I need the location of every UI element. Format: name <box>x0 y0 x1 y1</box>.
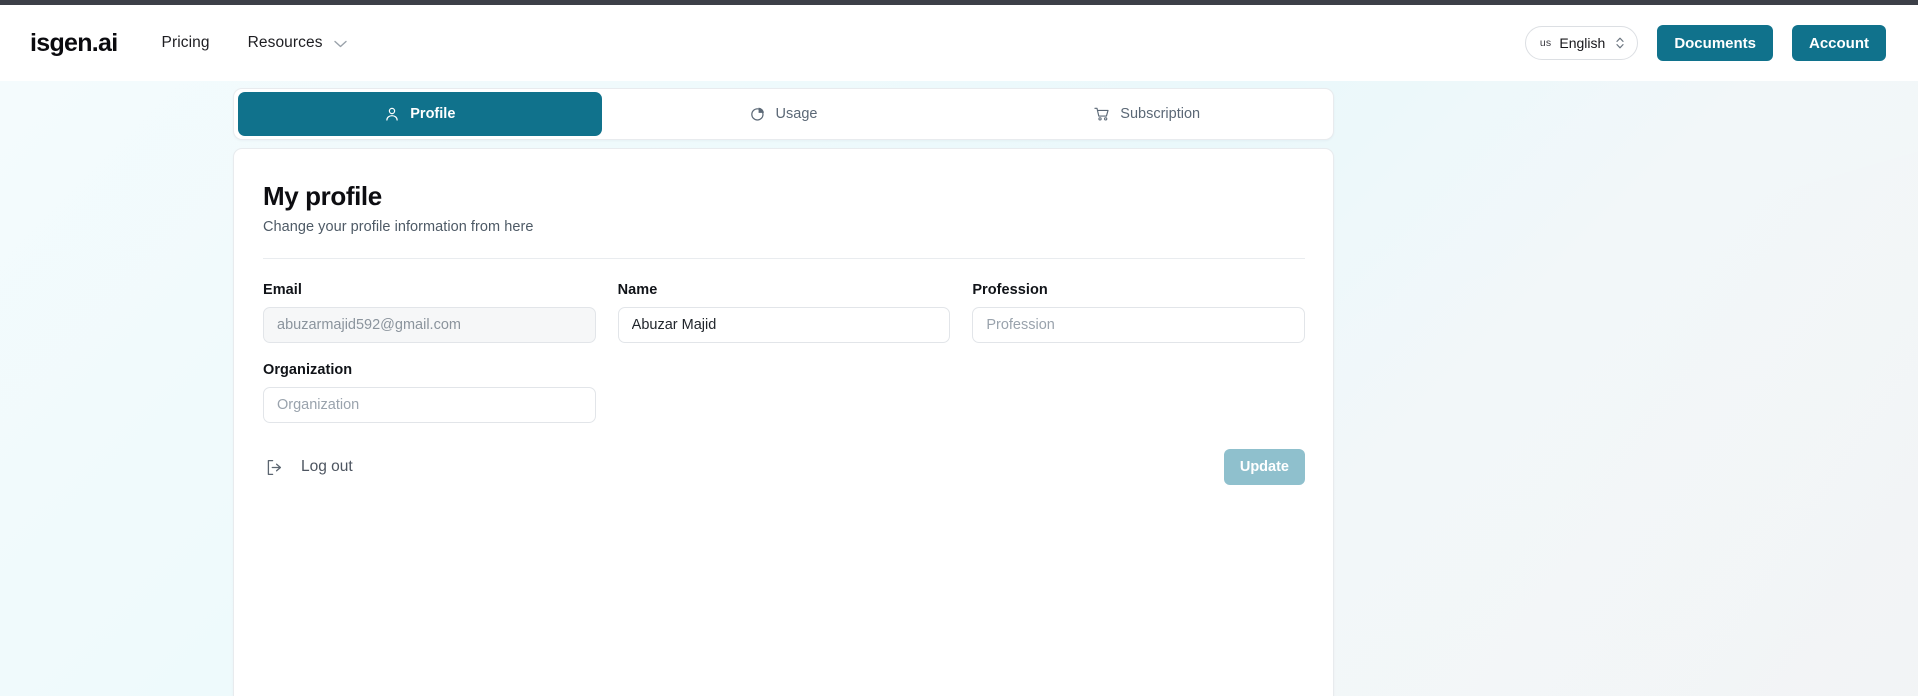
page-subtitle: Change your profile information from her… <box>263 219 534 235</box>
logout-arrow-icon <box>265 458 284 477</box>
flag-us-icon: us <box>1539 37 1552 49</box>
logout-button[interactable]: Log out <box>263 454 355 481</box>
content-column: Profile Usage Subscription My profile Ch… <box>233 88 1334 696</box>
site-header: isgen.ai Pricing Resources us English Do… <box>0 5 1918 81</box>
documents-button[interactable]: Documents <box>1657 25 1773 61</box>
field-organization-label: Organization <box>263 362 353 378</box>
field-name-label: Name <box>617 282 658 298</box>
update-button[interactable]: Update <box>1223 449 1305 485</box>
tab-usage-label: Usage <box>775 106 818 122</box>
tab-subscription[interactable]: Subscription <box>965 92 1329 136</box>
field-organization: Organization <box>263 362 596 423</box>
shopping-cart-icon <box>1094 106 1110 122</box>
account-tabbar: Profile Usage Subscription <box>233 88 1334 140</box>
page-title: My profile <box>263 181 382 211</box>
tab-usage[interactable]: Usage <box>602 92 966 136</box>
tab-subscription-label: Subscription <box>1120 106 1201 122</box>
field-profession-label: Profession <box>972 282 1048 298</box>
field-email: Email <box>263 282 596 343</box>
nav-item-pricing[interactable]: Pricing <box>162 34 210 52</box>
field-email-label: Email <box>263 282 302 298</box>
profile-form: Email Name Profession Organization <box>263 282 1305 423</box>
brand-logo[interactable]: isgen.ai <box>30 29 118 58</box>
language-selector[interactable]: us English <box>1524 26 1639 60</box>
tab-profile[interactable]: Profile <box>238 92 602 136</box>
account-button[interactable]: Account <box>1792 25 1886 61</box>
profession-input[interactable] <box>972 307 1305 343</box>
nav-item-resources[interactable]: Resources <box>248 34 347 52</box>
name-input[interactable] <box>617 307 951 343</box>
field-name: Name <box>617 282 951 343</box>
profile-form-footer: Log out Update <box>263 449 1305 485</box>
logout-label: Log out <box>301 458 353 475</box>
chevron-down-icon <box>333 40 347 48</box>
chevron-up-down-icon <box>1615 36 1625 50</box>
email-input <box>263 307 596 343</box>
nav-item-resources-label: Resources <box>247 34 323 51</box>
language-selector-value: English <box>1559 35 1606 51</box>
profile-card: My profile Change your profile informati… <box>233 148 1334 696</box>
user-icon <box>384 106 400 122</box>
tab-profile-label: Profile <box>410 106 456 122</box>
field-profession: Profession <box>972 282 1305 343</box>
organization-input[interactable] <box>263 387 596 423</box>
main-navigation: Pricing Resources <box>162 34 347 52</box>
page-body: Profile Usage Subscription My profile Ch… <box>0 81 1918 696</box>
pie-chart-icon <box>750 106 766 122</box>
card-divider <box>263 258 1305 259</box>
header-actions: us English Documents Account <box>1524 25 1886 61</box>
